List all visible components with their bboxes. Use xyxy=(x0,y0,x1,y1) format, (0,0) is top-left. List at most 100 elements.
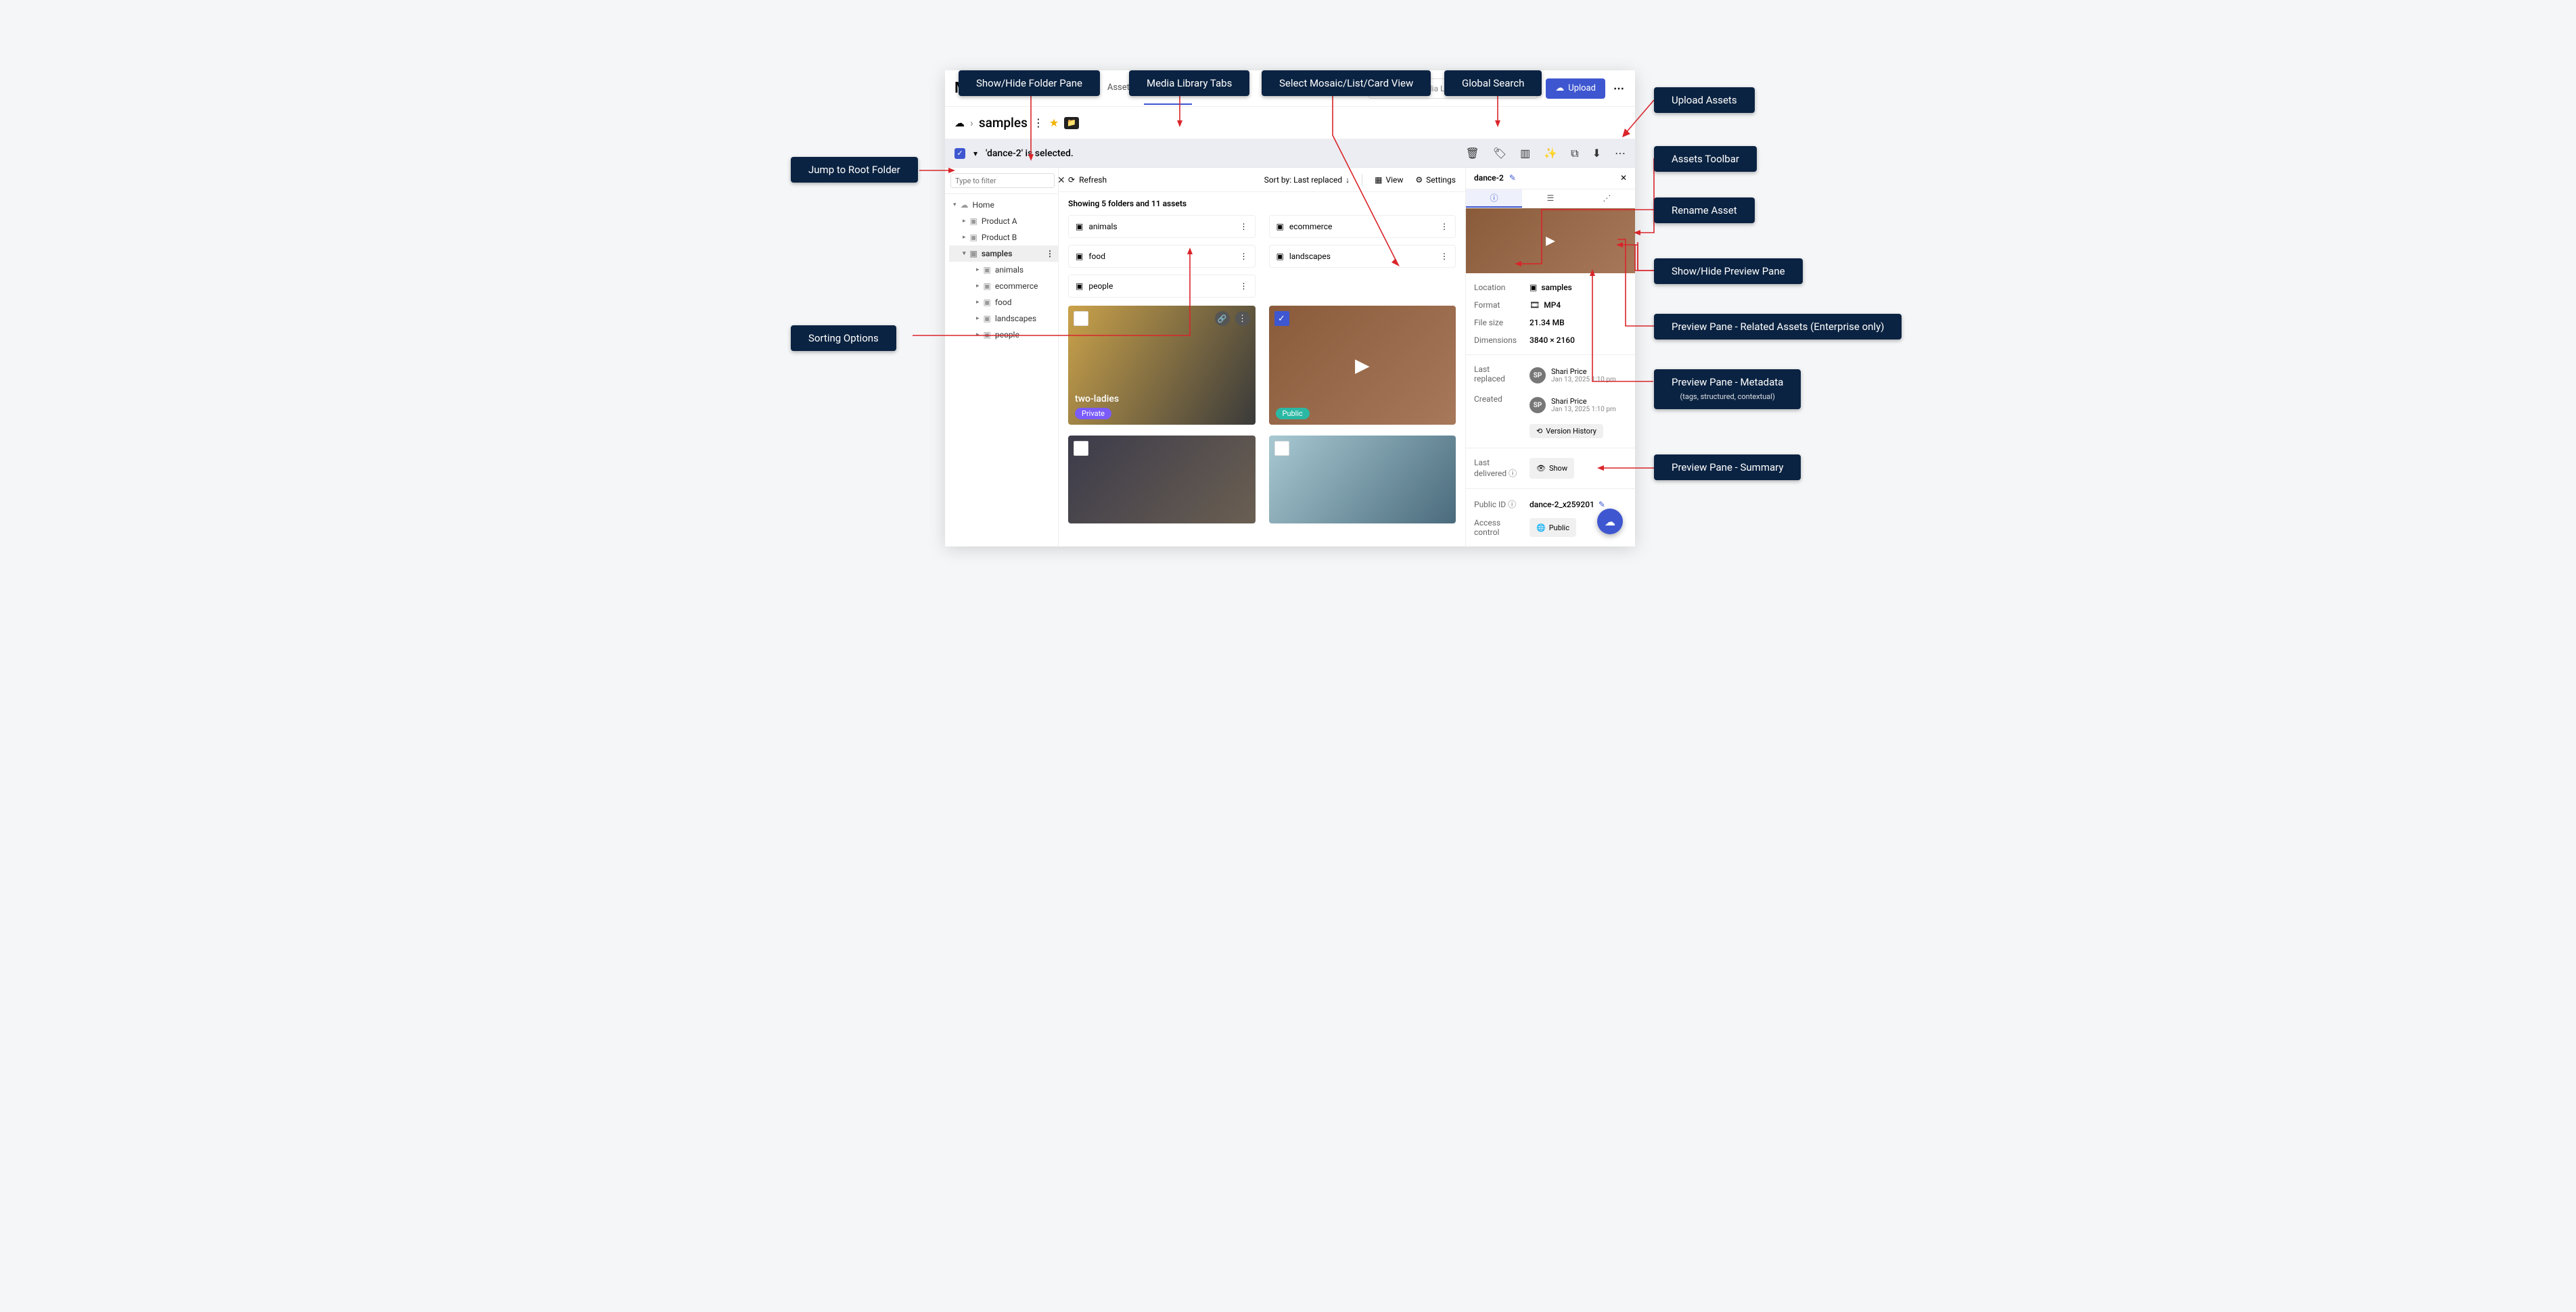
breadcrumb-more-icon[interactable]: ⋮ xyxy=(1033,116,1044,129)
preview-asset-name: dance-2 xyxy=(1474,173,1504,183)
callout-show-folders: Show/Hide Folder Pane xyxy=(959,70,1100,96)
folder-more-icon[interactable]: ⋮ xyxy=(1440,222,1448,231)
arrow-down-icon: ↓ xyxy=(1346,175,1350,185)
user-name: Shari Price xyxy=(1551,367,1616,376)
folder-more-icon[interactable]: ⋮ xyxy=(1440,252,1448,261)
magic-icon[interactable]: ✨ xyxy=(1544,147,1557,160)
video-icon: 🎞 xyxy=(1530,300,1540,310)
asset-checkbox[interactable] xyxy=(1074,441,1088,456)
info-icon[interactable]: ⓘ xyxy=(1508,500,1516,509)
app-window: Media Library Home Assets Folders Collec… xyxy=(945,70,1635,546)
callout-sorting: Sorting Options xyxy=(791,325,896,351)
preview-tab-metadata[interactable]: ☰ xyxy=(1522,189,1578,208)
select-all-checkbox[interactable]: ✓ xyxy=(954,148,965,159)
play-icon[interactable]: ▶ xyxy=(1546,233,1555,248)
tree-more-icon[interactable]: ⋮ xyxy=(1046,249,1054,258)
edit-id-icon[interactable]: ✎ xyxy=(1598,500,1605,509)
new-folder-icon[interactable]: 📁 xyxy=(1064,117,1079,129)
folder-card[interactable]: ▣ecommerce⋮ xyxy=(1269,215,1456,238)
sort-dropdown[interactable]: Sort by: Last replaced↓ xyxy=(1264,175,1350,185)
user-info: SP Shari PriceJan 13, 2025 1:10 pm xyxy=(1530,394,1616,416)
rename-pencil-icon[interactable]: ✎ xyxy=(1509,173,1516,183)
tree-item[interactable]: ▸▣ecommerce xyxy=(949,278,1058,294)
cloud-upload-icon: ☁ xyxy=(1555,83,1564,93)
callout-summary: Preview Pane - Summary xyxy=(1654,454,1801,480)
asset-card-selected[interactable]: ✓ ▶ Public xyxy=(1269,306,1456,425)
preview-tab-summary[interactable]: ⓘ xyxy=(1466,189,1522,208)
folder-more-icon[interactable]: ⋮ xyxy=(1240,222,1248,231)
public-id-value: dance-2_x259201 xyxy=(1530,500,1594,509)
folder-icon: ▣ xyxy=(970,249,978,258)
related-icon: ⋰ xyxy=(1603,193,1611,203)
fab-cloud-button[interactable]: ☁ xyxy=(1597,509,1623,534)
folder-icon: ▣ xyxy=(970,216,978,226)
columns-icon[interactable]: ▥ xyxy=(1520,147,1530,160)
upload-button[interactable]: ☁ Upload xyxy=(1546,78,1605,99)
show-button[interactable]: 👁Show xyxy=(1530,458,1574,479)
callout-related: Preview Pane - Related Assets (Enterpris… xyxy=(1654,314,1902,339)
download-icon[interactable]: ⬇ xyxy=(1592,147,1601,160)
asset-card[interactable]: 🔗 ⋮ two-ladies Private xyxy=(1068,306,1256,425)
breadcrumb-folder[interactable]: samples xyxy=(979,115,1028,131)
tree-item[interactable]: ▸▣food xyxy=(949,294,1058,310)
folder-icon: ▣ xyxy=(984,314,991,323)
folder-filter-input[interactable] xyxy=(950,173,1055,188)
close-preview-icon[interactable]: ✕ xyxy=(1620,173,1627,183)
folder-card[interactable]: ▣people⋮ xyxy=(1068,275,1256,298)
copy-icon[interactable]: ⧉ xyxy=(1571,147,1578,160)
folder-sidebar: ✕ ▾☁Home ▸▣Product A ▸▣Product B ▾▣sampl… xyxy=(945,168,1059,546)
folder-card[interactable]: ▣food⋮ xyxy=(1068,245,1256,268)
view-mode-button[interactable]: ▦View xyxy=(1375,175,1403,185)
version-history-button[interactable]: ⟲Version History xyxy=(1530,424,1603,438)
trash-icon[interactable]: 🗑 xyxy=(1465,147,1479,160)
folder-more-icon[interactable]: ⋮ xyxy=(1240,281,1248,291)
asset-checkbox-checked[interactable]: ✓ xyxy=(1274,311,1289,326)
asset-card[interactable] xyxy=(1068,436,1256,523)
folder-icon: ▣ xyxy=(1276,252,1284,261)
preview-tab-related[interactable]: ⋰ xyxy=(1579,189,1635,208)
meta-key: Created xyxy=(1474,394,1521,404)
tree-item[interactable]: ▸▣Product A xyxy=(949,213,1058,229)
tree-item[interactable]: ▸▣people xyxy=(949,327,1058,343)
tree-item[interactable]: ▸▣landscapes xyxy=(949,310,1058,327)
play-icon[interactable]: ▶ xyxy=(1355,354,1370,377)
tree-item[interactable]: ▸▣animals xyxy=(949,262,1058,278)
timestamp: Jan 13, 2025 1:10 pm xyxy=(1551,376,1616,383)
avatar: SP xyxy=(1530,367,1546,383)
asset-checkbox[interactable] xyxy=(1074,311,1088,326)
folder-icon: ▣ xyxy=(1076,281,1083,291)
user-info: SP Shari PriceJan 13, 2025 1:10 pm xyxy=(1530,365,1616,386)
header-more-icon[interactable]: ⋯ xyxy=(1613,82,1626,95)
root-cloud-icon[interactable]: ☁ xyxy=(954,117,965,129)
tag-icon[interactable]: 🏷 xyxy=(1493,147,1506,160)
settings-button[interactable]: ⚙Settings xyxy=(1415,175,1456,185)
star-icon[interactable]: ★ xyxy=(1049,116,1059,129)
meta-value: MP4 xyxy=(1544,300,1561,310)
callout-show-preview: Show/Hide Preview Pane xyxy=(1654,258,1803,284)
tree-item[interactable]: ▸▣Product B xyxy=(949,229,1058,245)
private-badge: Private xyxy=(1075,408,1111,419)
access-chip[interactable]: 🌐Public xyxy=(1530,518,1576,537)
refresh-icon: ⟳ xyxy=(1068,175,1075,185)
meta-key: Access control xyxy=(1474,518,1521,537)
link-icon[interactable]: 🔗 xyxy=(1215,311,1230,326)
toolbar-more-icon[interactable]: ⋯ xyxy=(1615,147,1626,160)
callout-view-modes: Select Mosaic/List/Card View xyxy=(1262,70,1431,96)
tree-item-active[interactable]: ▾▣samples⋮ xyxy=(949,245,1058,262)
meta-value[interactable]: samples xyxy=(1541,283,1572,292)
asset-more-icon[interactable]: ⋮ xyxy=(1235,311,1250,326)
tree-home[interactable]: ▾☁Home xyxy=(949,197,1058,213)
info-icon[interactable]: ⓘ xyxy=(1509,469,1517,478)
asset-checkbox[interactable] xyxy=(1274,441,1289,456)
selection-dropdown-icon[interactable]: ▾ xyxy=(973,149,978,158)
eye-icon: 👁 xyxy=(1536,464,1546,473)
breadcrumb: ☁ › samples ⋮ ★ 📁 xyxy=(945,107,1635,139)
folder-more-icon[interactable]: ⋮ xyxy=(1240,252,1248,261)
folder-card[interactable]: ▣landscapes⋮ xyxy=(1269,245,1456,268)
asset-card[interactable] xyxy=(1269,436,1456,523)
upload-label: Upload xyxy=(1568,83,1596,93)
refresh-button[interactable]: ⟳Refresh xyxy=(1068,175,1107,185)
preview-thumbnail[interactable]: ▶ xyxy=(1466,208,1635,273)
gear-icon: ⚙ xyxy=(1415,175,1423,185)
folder-card[interactable]: ▣animals⋮ xyxy=(1068,215,1256,238)
